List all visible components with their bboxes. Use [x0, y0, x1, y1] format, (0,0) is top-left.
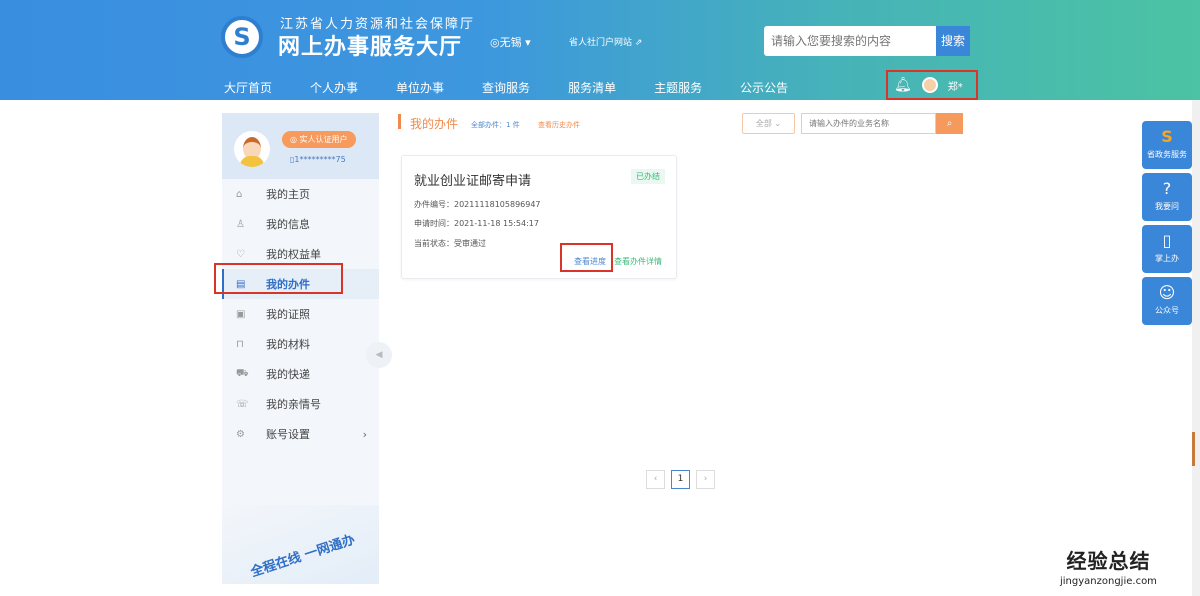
search-button[interactable]: 搜索: [936, 26, 970, 56]
nav-service-list[interactable]: 服务清单: [568, 79, 616, 96]
phone-number: ▯1*********75: [290, 155, 346, 164]
user-icon: ♙: [236, 218, 245, 230]
family-icon: ☏: [236, 398, 249, 410]
sidebar-item-certificates[interactable]: ▣ 我的证照: [222, 299, 379, 329]
sidebar-item-label: 我的主页: [266, 188, 310, 201]
total-count[interactable]: 全部办件：1 件: [471, 120, 520, 130]
collapse-sidebar-button[interactable]: ◀: [366, 342, 392, 368]
history-link[interactable]: 查看历史办件: [538, 120, 580, 130]
phone-icon: ▯: [1162, 231, 1172, 250]
heart-icon: ♡: [236, 248, 245, 260]
sidebar-item-home[interactable]: ⌂ 我的主页: [222, 179, 379, 209]
id-card-icon: ▣: [236, 308, 246, 320]
float-gov-service[interactable]: S 省政务服务: [1142, 121, 1192, 169]
main-nav: 大厅首页 个人办事 单位办事 查询服务 服务清单 主题服务 公示公告: [224, 79, 826, 96]
logo[interactable]: S: [221, 16, 263, 58]
float-label: 公众号: [1155, 306, 1179, 315]
status-badge: 已办结: [631, 169, 665, 184]
site-title: 网上办事服务大厅: [278, 35, 463, 60]
nav-personal[interactable]: 个人办事: [310, 79, 358, 96]
verified-badge: ◎ 实人认证用户: [282, 131, 356, 148]
apply-time: 申请时间：2021-11-18 15:54:17: [414, 219, 539, 228]
sidebar-item-express[interactable]: ⛟ 我的快递: [222, 359, 379, 389]
sidebar-item-info[interactable]: ♙ 我的信息: [222, 209, 379, 239]
pagination: ‹ 1 ›: [646, 470, 715, 489]
sidebar-item-label: 我的权益单: [266, 248, 321, 261]
float-label: 我要问: [1155, 202, 1179, 211]
highlight-box-sidebar: [214, 263, 343, 294]
sidebar-item-label: 我的亲情号: [266, 398, 321, 411]
section-title: 我的办件: [410, 117, 459, 131]
float-label: 掌上办: [1155, 254, 1179, 263]
chevron-right-icon: ›: [362, 427, 367, 441]
watermark-url: jingyanzongjie.com: [1060, 576, 1157, 587]
city-selector[interactable]: ◎无锡 ▾: [490, 34, 531, 50]
prev-page-button[interactable]: ‹: [646, 470, 665, 489]
sidebar-item-family[interactable]: ☏ 我的亲情号: [222, 389, 379, 419]
bell-icon[interactable]: 🔔︎: [894, 77, 912, 93]
sidebar-item-materials[interactable]: ⊓ 我的材料: [222, 329, 379, 359]
home-icon: ⌂: [236, 188, 243, 200]
illustration: 全程在线 一网通办: [222, 505, 379, 584]
watermark: 经验总结 jingyanzongjie.com: [1060, 545, 1157, 587]
sidebar-item-label: 账号设置: [266, 428, 310, 441]
user-avatar[interactable]: [921, 77, 938, 93]
sidebar-item-label: 我的信息: [266, 218, 310, 231]
search-input[interactable]: [764, 26, 936, 56]
sidebar-item-label: 我的材料: [266, 338, 310, 351]
truck-icon: ⛟: [236, 367, 249, 379]
profile-card: ◎ 实人认证用户 ▯1*********75: [222, 113, 379, 179]
float-wechat[interactable]: ☺ 公众号: [1142, 277, 1192, 325]
nav-notice[interactable]: 公示公告: [740, 79, 788, 96]
scrollbar-thumb[interactable]: [1192, 432, 1195, 466]
portal-link[interactable]: 省人社门户网站 ⇗: [569, 35, 642, 48]
section-accent: [398, 114, 401, 129]
nav-theme[interactable]: 主题服务: [654, 79, 702, 96]
view-detail-link[interactable]: 查看办件详情: [614, 256, 662, 267]
sidebar-item-settings[interactable]: ⚙ 账号设置 ›: [222, 419, 379, 449]
gov-service-icon: S: [1161, 127, 1173, 146]
search-icon[interactable]: ⌕: [936, 113, 963, 134]
avatar: [234, 131, 270, 167]
wechat-icon: ☺: [1158, 283, 1176, 302]
user-name[interactable]: 郑*: [948, 78, 963, 93]
page-1-button[interactable]: 1: [671, 470, 690, 489]
nav-home[interactable]: 大厅首页: [224, 79, 272, 96]
case-title: 就业创业证邮寄申请: [414, 174, 532, 189]
user-area: 🔔︎ 郑*: [886, 70, 978, 100]
nav-company[interactable]: 单位办事: [396, 79, 444, 96]
case-number: 办件编号：20211118105896947: [414, 200, 541, 209]
case-card: 就业创业证邮寄申请 已办结 办件编号：20211118105896947 申请时…: [401, 155, 677, 279]
float-label: 省政务服务: [1147, 150, 1187, 159]
gear-icon: ⚙: [236, 428, 245, 440]
illustration-text: 全程在线 一网通办: [248, 532, 357, 581]
float-mobile[interactable]: ▯ 掌上办: [1142, 225, 1192, 273]
scrollbar[interactable]: [1192, 100, 1200, 596]
header: S 江苏省人力资源和社会保障厅 网上办事服务大厅 ◎无锡 ▾ 省人社门户网站 ⇗…: [0, 0, 1200, 100]
sidebar-item-label: 我的证照: [266, 308, 310, 321]
next-page-button[interactable]: ›: [696, 470, 715, 489]
nav-query[interactable]: 查询服务: [482, 79, 530, 96]
current-state: 当前状态：受审通过: [414, 239, 486, 248]
question-icon: ?: [1162, 179, 1172, 198]
float-ask[interactable]: ? 我要问: [1142, 173, 1192, 221]
sidebar-item-label: 我的快递: [266, 368, 310, 381]
watermark-title: 经验总结: [1066, 549, 1151, 573]
status-filter-select[interactable]: 全部 ⌄: [742, 113, 795, 134]
case-search-input[interactable]: [801, 113, 936, 134]
folder-icon: ⊓: [236, 338, 244, 350]
highlight-box-progress: [560, 243, 613, 272]
